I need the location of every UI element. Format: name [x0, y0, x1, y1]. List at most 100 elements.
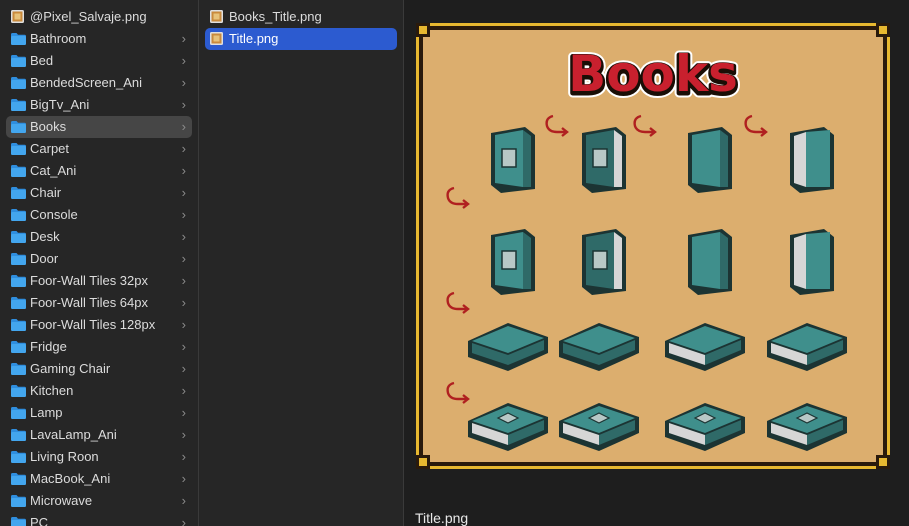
folder-icon [11, 99, 26, 111]
folder-column[interactable]: @Pixel_Salvaje.png Bathroom › Bed › BendedScr… [0, 0, 199, 526]
sidebar-item-label: Foor-Wall Tiles 64px [30, 295, 148, 310]
book-sprite [491, 229, 535, 295]
chevron-right-icon: › [181, 405, 186, 420]
folder-icon [11, 319, 26, 331]
sidebar-item-label: Lamp [30, 405, 63, 420]
folder-icon [11, 385, 26, 397]
sidebar-item-label: Desk [30, 229, 60, 244]
chevron-right-icon: › [181, 493, 186, 508]
preview-image: Books Books Books [416, 23, 890, 469]
sidebar-item[interactable]: BendedScreen_Ani › [6, 72, 192, 94]
chevron-right-icon: › [181, 251, 186, 266]
sidebar-item[interactable]: LavaLamp_Ani › [6, 424, 192, 446]
sidebar-item-label: Cat_Ani [30, 163, 77, 178]
chevron-right-icon: › [181, 471, 186, 486]
chevron-right-icon: › [181, 427, 186, 442]
book-sprite [582, 127, 626, 193]
sidebar-item[interactable]: Books › [6, 116, 192, 138]
sidebar-item[interactable]: Kitchen › [6, 380, 192, 402]
folder-icon [11, 165, 26, 177]
chevron-right-icon: › [181, 339, 186, 354]
book-sprite [688, 127, 732, 193]
sidebar-item-label: Books [30, 119, 67, 134]
sidebar-item[interactable]: PC › [6, 512, 192, 526]
sidebar-item-label: Foor-Wall Tiles 32px [30, 273, 148, 288]
sidebar-item-label: MacBook_Ani [30, 471, 111, 486]
file-item[interactable]: Title.png [205, 28, 397, 50]
sidebar-item-label: Carpet [30, 141, 70, 156]
sidebar-item-label: Bed [30, 53, 54, 68]
folder-icon [11, 495, 26, 507]
book-sprite [491, 127, 535, 193]
sidebar-item-label: Fridge [30, 339, 67, 354]
chevron-right-icon: › [181, 31, 186, 46]
sidebar-item[interactable]: Desk › [6, 226, 192, 248]
sidebar-item[interactable]: Foor-Wall Tiles 32px › [6, 270, 192, 292]
sidebar-item[interactable]: Foor-Wall Tiles 128px › [6, 314, 192, 336]
sidebar-item[interactable]: MacBook_Ani › [6, 468, 192, 490]
sidebar-item[interactable]: Chair › [6, 182, 192, 204]
chevron-right-icon: › [181, 97, 186, 112]
folder-icon [11, 33, 26, 45]
chevron-right-icon: › [181, 295, 186, 310]
folder-icon [11, 143, 26, 155]
folder-icon [11, 231, 26, 243]
folder-icon [11, 297, 26, 309]
file-item[interactable]: Books_Title.png [205, 6, 397, 28]
sidebar-item[interactable]: Lamp › [6, 402, 192, 424]
sidebar-item-label: Foor-Wall Tiles 128px [30, 317, 156, 332]
book-sprite [790, 127, 834, 193]
sidebar-item-label: PC [30, 515, 49, 526]
image-file-icon [11, 10, 24, 23]
sidebar-item-label: Kitchen [30, 383, 74, 398]
chevron-right-icon: › [181, 449, 186, 464]
file-column[interactable]: Books_Title.png Title.png [199, 0, 404, 526]
folder-icon [11, 209, 26, 221]
sidebar-item-label: BigTv_Ani [30, 97, 90, 112]
folder-icon [11, 187, 26, 199]
folder-icon [11, 55, 26, 67]
sidebar-item-label: Door [30, 251, 59, 266]
folder-icon [11, 429, 26, 441]
chevron-right-icon: › [181, 75, 186, 90]
book-sprite [688, 229, 732, 295]
folder-list: @Pixel_Salvaje.png Bathroom › Bed › BendedScr… [0, 0, 198, 526]
sidebar-item[interactable]: @Pixel_Salvaje.png [6, 6, 192, 28]
sidebar-item[interactable]: BigTv_Ani › [6, 94, 192, 116]
chevron-right-icon: › [181, 141, 186, 156]
sidebar-item[interactable]: Bathroom › [6, 28, 192, 50]
sidebar-item-label: BendedScreen_Ani [30, 75, 143, 90]
file-item-label: Books_Title.png [229, 9, 322, 24]
sidebar-item[interactable]: Foor-Wall Tiles 64px › [6, 292, 192, 314]
sidebar-item-label: Living Roon [30, 449, 99, 464]
chevron-right-icon: › [181, 273, 186, 288]
sidebar-item[interactable]: Bed › [6, 50, 192, 72]
image-file-icon [210, 32, 223, 45]
folder-icon [11, 253, 26, 265]
folder-icon [11, 473, 26, 485]
chevron-right-icon: › [181, 185, 186, 200]
sidebar-item-label: Chair [30, 185, 62, 200]
folder-icon [11, 275, 26, 287]
chevron-right-icon: › [181, 317, 186, 332]
sidebar-item[interactable]: Gaming Chair › [6, 358, 192, 380]
chevron-right-icon: › [181, 229, 186, 244]
sidebar-item[interactable]: Door › [6, 248, 192, 270]
sidebar-item[interactable]: Cat_Ani › [6, 160, 192, 182]
sidebar-item-label: Console [30, 207, 78, 222]
preview-pane: Books Books Books Title.png [404, 0, 909, 526]
sidebar-item[interactable]: Console › [6, 204, 192, 226]
sidebar-item[interactable]: Carpet › [6, 138, 192, 160]
sidebar-item-label: @Pixel_Salvaje.png [30, 9, 147, 24]
folder-icon [11, 77, 26, 89]
sidebar-item[interactable]: Fridge › [6, 336, 192, 358]
folder-icon [11, 407, 26, 419]
sidebar-item-label: LavaLamp_Ani [30, 427, 117, 442]
title-logo: Books Books Books [564, 43, 743, 110]
sidebar-item[interactable]: Living Roon › [6, 446, 192, 468]
sidebar-item-label: Microwave [30, 493, 93, 508]
chevron-right-icon: › [181, 163, 186, 178]
sidebar-item[interactable]: Microwave › [6, 490, 192, 512]
chevron-right-icon: › [181, 207, 186, 222]
folder-icon [11, 341, 26, 353]
